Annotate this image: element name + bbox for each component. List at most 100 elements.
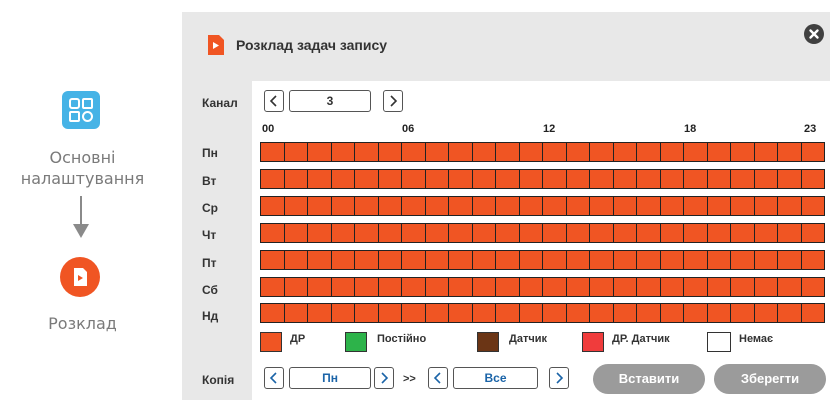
schedule-cell[interactable] [590, 251, 614, 269]
schedule-cell[interactable] [707, 304, 731, 322]
legend-swatch-dr[interactable] [260, 332, 282, 352]
schedule-cell[interactable] [707, 170, 731, 188]
schedule-cell[interactable] [402, 197, 426, 215]
schedule-cell[interactable] [425, 170, 449, 188]
schedule-cell[interactable] [402, 170, 426, 188]
schedule-cell[interactable] [566, 197, 590, 215]
schedule-row-wed[interactable] [260, 196, 825, 216]
schedule-cell[interactable] [613, 251, 637, 269]
schedule-cell[interactable] [684, 251, 708, 269]
schedule-cell[interactable] [496, 170, 520, 188]
schedule-cell[interactable] [284, 251, 308, 269]
schedule-cell[interactable] [754, 304, 778, 322]
schedule-cell[interactable] [707, 197, 731, 215]
schedule-cell[interactable] [378, 251, 402, 269]
schedule-cell[interactable] [613, 197, 637, 215]
schedule-cell[interactable] [496, 278, 520, 296]
schedule-cell[interactable] [378, 224, 402, 242]
schedule-cell[interactable] [355, 143, 379, 161]
schedule-cell[interactable] [637, 170, 661, 188]
schedule-cell[interactable] [707, 143, 731, 161]
schedule-cell[interactable] [778, 170, 802, 188]
schedule-cell[interactable] [425, 251, 449, 269]
schedule-row-sat[interactable] [260, 277, 825, 297]
schedule-cell[interactable] [590, 197, 614, 215]
schedule-cell[interactable] [778, 224, 802, 242]
schedule-cell[interactable] [590, 278, 614, 296]
schedule-cell[interactable] [496, 197, 520, 215]
schedule-cell[interactable] [284, 197, 308, 215]
paste-button[interactable]: Вставити [593, 364, 705, 394]
copy-from-prev-button[interactable] [264, 367, 284, 389]
schedule-cell[interactable] [472, 143, 496, 161]
schedule-cell[interactable] [543, 197, 567, 215]
schedule-cell[interactable] [731, 278, 755, 296]
schedule-cell[interactable] [778, 197, 802, 215]
schedule-cell[interactable] [754, 143, 778, 161]
schedule-cell[interactable] [684, 143, 708, 161]
schedule-cell[interactable] [731, 224, 755, 242]
schedule-cell[interactable] [707, 251, 731, 269]
schedule-cell[interactable] [449, 197, 473, 215]
schedule-cell[interactable] [425, 304, 449, 322]
schedule-cell[interactable] [284, 304, 308, 322]
schedule-cell[interactable] [449, 251, 473, 269]
schedule-cell[interactable] [308, 224, 332, 242]
schedule-cell[interactable] [449, 278, 473, 296]
schedule-cell[interactable] [472, 278, 496, 296]
schedule-cell[interactable] [519, 197, 543, 215]
schedule-row-sun[interactable] [260, 303, 825, 323]
schedule-cell[interactable] [778, 304, 802, 322]
schedule-cell[interactable] [496, 224, 520, 242]
schedule-cell[interactable] [425, 197, 449, 215]
schedule-cell[interactable] [261, 304, 285, 322]
schedule-cell[interactable] [308, 197, 332, 215]
legend-swatch-dr-sensor[interactable] [582, 332, 604, 352]
schedule-cell[interactable] [566, 304, 590, 322]
schedule-cell[interactable] [684, 304, 708, 322]
schedule-cell[interactable] [331, 278, 355, 296]
schedule-cell[interactable] [731, 251, 755, 269]
schedule-cell[interactable] [590, 304, 614, 322]
schedule-cell[interactable] [731, 143, 755, 161]
schedule-cell[interactable] [472, 304, 496, 322]
schedule-cell[interactable] [754, 251, 778, 269]
schedule-cell[interactable] [707, 224, 731, 242]
schedule-cell[interactable] [613, 278, 637, 296]
copy-to-next-button[interactable] [549, 367, 569, 389]
schedule-cell[interactable] [801, 278, 825, 296]
schedule-cell[interactable] [754, 224, 778, 242]
schedule-cell[interactable] [331, 304, 355, 322]
legend-swatch-none[interactable] [707, 332, 731, 352]
schedule-cell[interactable] [378, 170, 402, 188]
schedule-cell[interactable] [308, 304, 332, 322]
schedule-cell[interactable] [590, 170, 614, 188]
schedule-cell[interactable] [754, 197, 778, 215]
schedule-cell[interactable] [425, 224, 449, 242]
schedule-cell[interactable] [449, 304, 473, 322]
schedule-cell[interactable] [284, 278, 308, 296]
schedule-cell[interactable] [778, 251, 802, 269]
schedule-cell[interactable] [801, 304, 825, 322]
schedule-cell[interactable] [660, 197, 684, 215]
schedule-cell[interactable] [284, 224, 308, 242]
schedule-cell[interactable] [543, 170, 567, 188]
legend-swatch-constant[interactable] [345, 332, 367, 352]
schedule-cell[interactable] [378, 143, 402, 161]
schedule-cell[interactable] [613, 304, 637, 322]
schedule-cell[interactable] [660, 143, 684, 161]
channel-value[interactable]: 3 [289, 90, 371, 112]
schedule-cell[interactable] [472, 170, 496, 188]
schedule-cell[interactable] [543, 251, 567, 269]
schedule-cell[interactable] [449, 224, 473, 242]
channel-next-button[interactable] [383, 90, 403, 112]
schedule-cell[interactable] [754, 170, 778, 188]
schedule-cell[interactable] [660, 224, 684, 242]
schedule-cell[interactable] [543, 143, 567, 161]
schedule-cell[interactable] [637, 304, 661, 322]
close-button[interactable] [804, 24, 824, 44]
schedule-cell[interactable] [355, 170, 379, 188]
schedule-cell[interactable] [731, 304, 755, 322]
schedule-cell[interactable] [801, 251, 825, 269]
schedule-cell[interactable] [284, 143, 308, 161]
